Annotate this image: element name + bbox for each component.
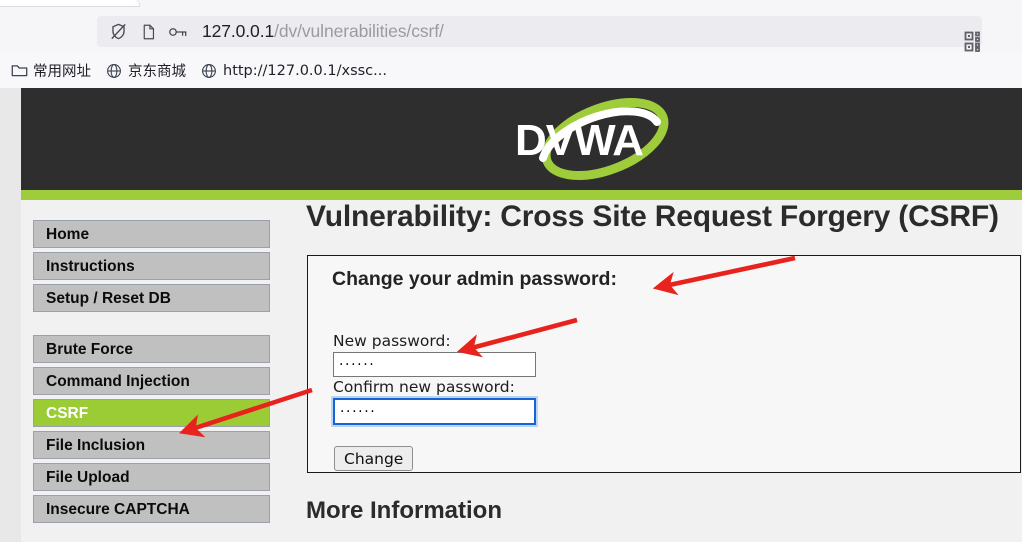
- browser-chrome: 127.0.0.1/dv/vulnerabilities/csrf/ 常用网址 …: [0, 0, 1022, 88]
- bookmark-item[interactable]: 常用网址: [7, 59, 98, 83]
- url-path: /dv/vulnerabilities/csrf/: [274, 21, 444, 41]
- qr-code-icon[interactable]: [962, 30, 986, 54]
- sidebar-item-file-inclusion[interactable]: File Inclusion: [33, 431, 270, 459]
- bookmark-label: 常用网址: [33, 64, 91, 80]
- sidebar-item-setup-reset-db[interactable]: Setup / Reset DB: [33, 284, 270, 312]
- page-viewport: DVWA Home Instructions Setup / Reset DB …: [0, 88, 1022, 542]
- page-document-icon[interactable]: [135, 19, 161, 45]
- sidebar-item-insecure-captcha[interactable]: Insecure CAPTCHA: [33, 495, 270, 523]
- bookmark-label: http://127.0.0.1/xssc...: [223, 62, 387, 79]
- csrf-form-panel: Change your admin password: New password…: [307, 255, 1021, 473]
- more-information-heading: More Information: [306, 497, 502, 524]
- header-accent-stripe: [21, 190, 1022, 200]
- sidebar-item-command-injection[interactable]: Command Injection: [33, 367, 270, 395]
- url-host: 127.0.0.1: [202, 21, 275, 41]
- sidebar-group-divider: [33, 316, 273, 335]
- bookmark-label: 京东商城: [128, 64, 186, 80]
- folder-icon: [9, 62, 29, 80]
- bookmark-item[interactable]: 京东商城: [102, 59, 193, 83]
- sidebar-item-file-upload[interactable]: File Upload: [33, 463, 270, 491]
- browser-toolbar: 127.0.0.1/dv/vulnerabilities/csrf/: [0, 7, 1022, 53]
- bookmark-item[interactable]: http://127.0.0.1/xssc...: [197, 59, 394, 83]
- confirm-password-label: Confirm new password:: [333, 378, 515, 396]
- bookmarks-bar: 常用网址 京东商城 http://127.0.0.1/xssc...: [0, 53, 1022, 88]
- new-password-input[interactable]: [333, 352, 536, 377]
- dvwa-logo: DVWA: [515, 98, 669, 180]
- form-heading: Change your admin password:: [332, 268, 617, 290]
- globe-icon: [199, 62, 219, 80]
- address-bar[interactable]: 127.0.0.1/dv/vulnerabilities/csrf/: [97, 16, 982, 52]
- key-icon[interactable]: [165, 19, 191, 45]
- page-title: Vulnerability: Cross Site Request Forger…: [306, 200, 999, 233]
- change-password-form: New password: Confirm new password: Chan…: [333, 332, 536, 471]
- site-header: DVWA: [21, 88, 1022, 190]
- dvwa-page: DVWA Home Instructions Setup / Reset DB …: [21, 88, 1022, 542]
- sidebar-item-brute-force[interactable]: Brute Force: [33, 335, 270, 363]
- globe-icon: [104, 62, 124, 80]
- svg-text:DVWA: DVWA: [515, 116, 643, 165]
- url-text[interactable]: 127.0.0.1/dv/vulnerabilities/csrf/: [202, 21, 444, 42]
- main-content: Vulnerability: Cross Site Request Forger…: [306, 200, 1022, 525]
- sidebar-nav: Home Instructions Setup / Reset DB Brute…: [33, 220, 273, 527]
- sidebar-item-home[interactable]: Home: [33, 220, 270, 248]
- sidebar-item-csrf[interactable]: CSRF: [33, 399, 270, 427]
- change-password-button[interactable]: Change: [334, 446, 414, 471]
- sidebar-item-instructions[interactable]: Instructions: [33, 252, 270, 280]
- shield-slash-icon[interactable]: [105, 19, 131, 45]
- new-password-label: New password:: [333, 332, 451, 350]
- tab-strip-edge: [0, 0, 140, 7]
- confirm-password-input[interactable]: [333, 398, 536, 425]
